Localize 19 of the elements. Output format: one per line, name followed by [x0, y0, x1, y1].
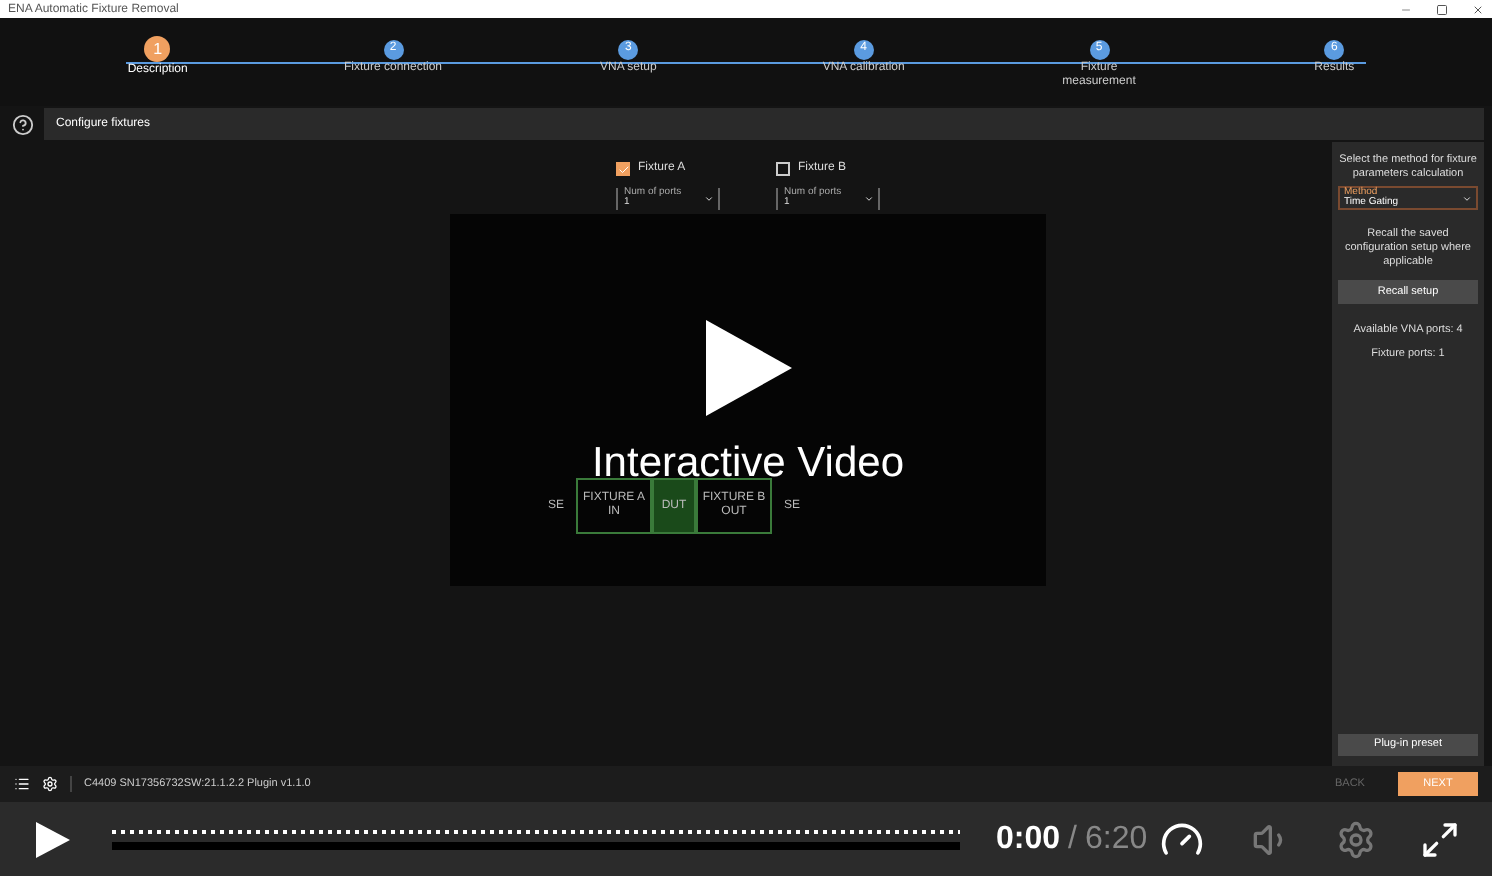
step-number[interactable]: 1	[144, 36, 171, 62]
fullscreen-icon[interactable]	[1420, 819, 1460, 859]
current-time: 0:00	[996, 819, 1061, 859]
caret-icon	[704, 194, 714, 204]
play-icon[interactable]	[702, 318, 794, 418]
check-icon	[617, 163, 629, 175]
progress-track[interactable]	[112, 841, 960, 849]
list-icon[interactable]	[14, 776, 30, 792]
fixture-checkbox[interactable]	[776, 162, 790, 176]
fixture-checkbox[interactable]	[616, 162, 630, 176]
time-separator: /	[1068, 819, 1077, 859]
play-icon[interactable]	[32, 819, 72, 859]
help-icon[interactable]	[11, 113, 33, 135]
duration: 6:20	[1084, 819, 1148, 859]
maximize-icon[interactable]	[1436, 3, 1448, 15]
caret-icon	[1462, 194, 1472, 204]
caret-icon	[864, 194, 874, 204]
close-icon[interactable]	[1472, 3, 1484, 15]
overlay-title: Interactive Video	[591, 442, 905, 486]
